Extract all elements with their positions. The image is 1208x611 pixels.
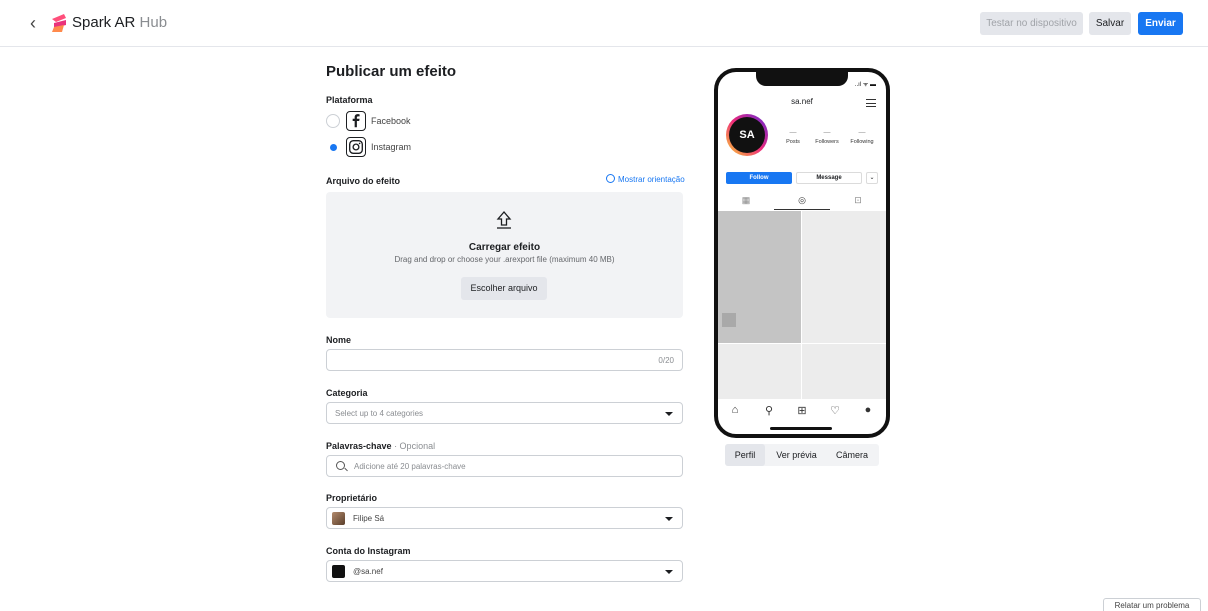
brand-hub: Hub: [139, 14, 168, 31]
ig-follow-button[interactable]: Follow: [726, 172, 792, 184]
name-label: Nome: [326, 335, 352, 345]
check-circle-icon: [606, 174, 615, 184]
category-placeholder: Select up to 4 categories: [335, 409, 424, 418]
owner-value: Filipe Sá: [353, 514, 385, 523]
dropdown-caret-icon: [665, 570, 673, 574]
facebook-radio[interactable]: [326, 114, 340, 128]
upload-hint: Drag and drop or choose your .arexport f…: [394, 255, 615, 264]
ig-account-label: Conta do Instagram: [326, 546, 411, 556]
send-button[interactable]: Enviar: [1138, 12, 1183, 35]
ig-effects-grid: [718, 211, 886, 399]
ig-stat-label: Following: [850, 139, 874, 145]
effect-file-label: Arquivo do efeito: [326, 176, 400, 186]
grid-cell[interactable]: [802, 344, 886, 399]
grid-cell[interactable]: [718, 211, 801, 343]
category-select[interactable]: Select up to 4 categories: [326, 402, 683, 424]
profile-icon[interactable]: ●: [861, 404, 875, 416]
name-input[interactable]: 0/20: [326, 349, 683, 371]
app-brand: Spark AR Hub: [72, 14, 167, 31]
effects-icon[interactable]: ◎: [774, 190, 830, 210]
grid-cell[interactable]: [718, 344, 801, 399]
keywords-label-text: Palavras-chave: [326, 441, 392, 451]
top-bar: ‹ Spark AR Hub Testar no dispositivo Sal…: [0, 0, 1208, 47]
search-icon[interactable]: ⚲: [762, 404, 776, 417]
account-avatar: [332, 565, 345, 578]
avatar: [332, 512, 345, 525]
ig-avatar-text: SA: [729, 117, 765, 153]
category-label: Categoria: [326, 388, 368, 398]
ig-bottom-nav: ⌂ ⚲ ⊞ ♡ ●: [718, 400, 886, 422]
ig-account-value: @sa.nef: [353, 567, 383, 576]
ig-message-button[interactable]: Message: [796, 172, 862, 184]
heart-icon[interactable]: ♡: [828, 404, 842, 417]
brand-name: Spark AR: [72, 14, 136, 31]
upload-dropzone[interactable]: Carregar efeito Drag and drop or choose …: [326, 192, 683, 318]
choose-file-button[interactable]: Escolher arquivo: [461, 277, 547, 300]
platform-label: Plataforma: [326, 95, 373, 105]
test-on-device-button[interactable]: Testar no dispositivo: [980, 12, 1083, 35]
owner-label: Proprietário: [326, 493, 378, 503]
ig-stat-value: —: [858, 129, 866, 136]
ig-profile-tabs: ▦ ◎ ⊡: [718, 190, 886, 210]
ig-username: sa.nef: [791, 97, 813, 106]
add-post-icon[interactable]: ⊞: [795, 404, 809, 417]
preview-tabs: Perfil Ver prévia Câmera: [725, 444, 879, 466]
back-chevron-icon[interactable]: ‹: [30, 13, 44, 33]
phone-notch: [756, 72, 848, 86]
ig-stat-value: —: [823, 129, 831, 136]
ig-account-select[interactable]: @sa.nef: [326, 560, 683, 582]
phone-preview: ..ıl ᯤ ▬ sa.nef SA — Posts — Followers — Fo…: [714, 68, 890, 438]
ig-more-button[interactable]: ⌄: [866, 172, 878, 184]
ig-profile-avatar: SA: [726, 114, 768, 156]
ig-stat-label: Posts: [786, 139, 800, 145]
instagram-radio[interactable]: [326, 140, 340, 154]
instagram-icon: [346, 137, 366, 157]
home-icon[interactable]: ⌂: [728, 404, 742, 416]
page-title: Publicar um efeito: [326, 63, 457, 80]
grid-icon[interactable]: ▦: [718, 190, 774, 210]
upload-icon: [496, 211, 512, 229]
ig-stat-value: —: [789, 129, 797, 136]
grid-cell[interactable]: [802, 211, 886, 343]
hamburger-menu-icon[interactable]: [866, 99, 876, 107]
owner-select[interactable]: Filipe Sá: [326, 507, 683, 529]
dropdown-caret-icon: [665, 517, 673, 521]
status-bar: ..ıl ᯤ ▬: [854, 82, 876, 88]
instagram-label: Instagram: [371, 142, 412, 152]
facebook-label: Facebook: [371, 116, 411, 126]
name-char-count: 0/20: [658, 356, 674, 365]
report-problem-button[interactable]: Relatar um problema: [1103, 598, 1201, 611]
search-icon: [336, 461, 345, 470]
keywords-optional: · Opcional: [391, 441, 436, 451]
dropdown-caret-icon: [665, 412, 673, 416]
keywords-label: Palavras-chave · Opcional: [326, 441, 435, 451]
save-button[interactable]: Salvar: [1089, 12, 1131, 35]
ig-stat-followers: — Followers: [810, 129, 844, 145]
show-guide-text: Mostrar orientação: [618, 175, 685, 184]
tagged-icon[interactable]: ⊡: [830, 190, 886, 210]
ig-stat-posts: — Posts: [776, 129, 810, 145]
tab-camera[interactable]: Câmera: [827, 444, 877, 466]
facebook-icon: [346, 111, 366, 131]
upload-title: Carregar efeito: [468, 242, 541, 253]
tab-preview[interactable]: Ver prévia: [769, 444, 824, 466]
ig-stat-label: Followers: [815, 139, 839, 145]
effect-thumbnail: [722, 313, 736, 327]
keywords-placeholder: Adicione até 20 palavras-chave: [354, 462, 466, 471]
tab-profile[interactable]: Perfil: [725, 444, 765, 466]
keywords-input[interactable]: Adicione até 20 palavras-chave: [326, 455, 683, 477]
spark-ar-logo-icon: [52, 14, 66, 32]
show-guide-link[interactable]: Mostrar orientação: [606, 174, 685, 184]
home-indicator: [770, 427, 832, 430]
ig-stat-following: — Following: [845, 129, 879, 145]
